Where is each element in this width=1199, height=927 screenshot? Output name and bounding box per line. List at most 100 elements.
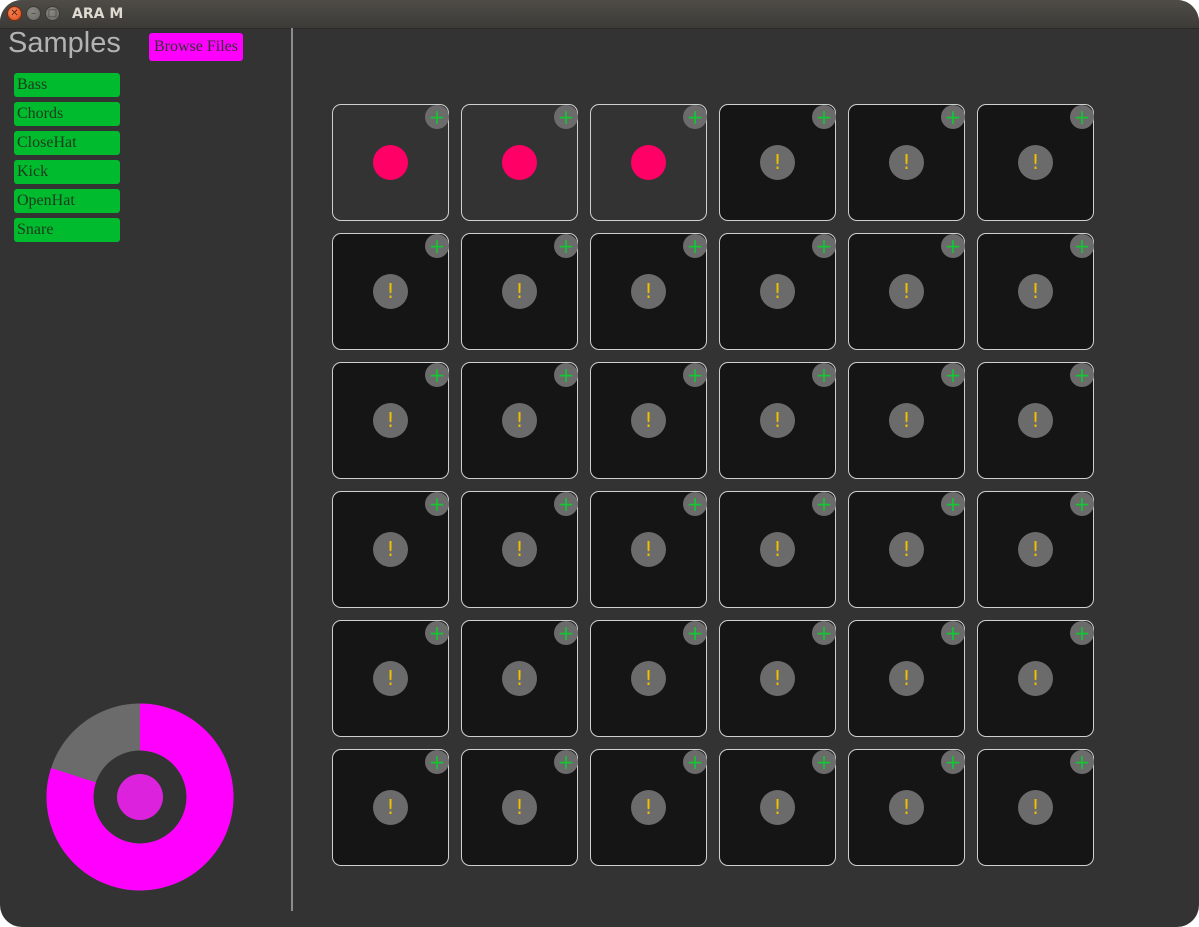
samples-heading: Samples: [8, 27, 121, 59]
add-sample-button[interactable]: +: [1070, 492, 1094, 516]
add-sample-button[interactable]: +: [554, 492, 578, 516]
sample-item-bass[interactable]: Bass: [14, 73, 120, 97]
warning-icon: !: [373, 274, 408, 309]
add-sample-button[interactable]: +: [1070, 750, 1094, 774]
sample-item-snare[interactable]: Snare: [14, 218, 120, 242]
pad-6[interactable]: ! +: [977, 104, 1094, 221]
pad-27[interactable]: ! +: [590, 620, 707, 737]
plus-icon: +: [428, 492, 446, 516]
minimize-icon: –: [31, 7, 36, 19]
pad-12[interactable]: ! +: [977, 233, 1094, 350]
pad-26[interactable]: ! +: [461, 620, 578, 737]
add-sample-button[interactable]: +: [1070, 234, 1094, 258]
add-sample-button[interactable]: +: [812, 234, 836, 258]
add-sample-button[interactable]: +: [812, 363, 836, 387]
add-sample-button[interactable]: +: [1070, 105, 1094, 129]
plus-icon: +: [1073, 750, 1091, 774]
add-sample-button[interactable]: +: [425, 492, 449, 516]
plus-icon: +: [686, 105, 704, 129]
pad-25[interactable]: ! +: [332, 620, 449, 737]
pad-14[interactable]: ! +: [461, 362, 578, 479]
pad-10[interactable]: ! +: [719, 233, 836, 350]
warning-icon: !: [760, 661, 795, 696]
pad-9[interactable]: ! +: [590, 233, 707, 350]
pad-7[interactable]: ! +: [332, 233, 449, 350]
warning-icon: !: [889, 661, 924, 696]
add-sample-button[interactable]: +: [941, 492, 965, 516]
add-sample-button[interactable]: +: [683, 750, 707, 774]
window-close-button[interactable]: ✕: [7, 6, 22, 21]
add-sample-button[interactable]: +: [554, 234, 578, 258]
add-sample-button[interactable]: +: [941, 234, 965, 258]
add-sample-button[interactable]: +: [554, 621, 578, 645]
add-sample-button[interactable]: +: [425, 363, 449, 387]
add-sample-button[interactable]: +: [554, 750, 578, 774]
add-sample-button[interactable]: +: [425, 105, 449, 129]
pad-29[interactable]: ! +: [848, 620, 965, 737]
pad-21[interactable]: ! +: [590, 491, 707, 608]
add-sample-button[interactable]: +: [554, 363, 578, 387]
pad-19[interactable]: ! +: [332, 491, 449, 608]
pad-36[interactable]: ! +: [977, 749, 1094, 866]
add-sample-button[interactable]: +: [941, 750, 965, 774]
pad-3[interactable]: +: [590, 104, 707, 221]
warning-icon: !: [1018, 790, 1053, 825]
window-maximize-button[interactable]: □: [45, 6, 60, 21]
app-window: ✕ – □ ARA M Samples Browse Files Bass Ch…: [0, 0, 1199, 927]
pad-17[interactable]: ! +: [848, 362, 965, 479]
plus-icon: +: [1073, 234, 1091, 258]
add-sample-button[interactable]: +: [812, 492, 836, 516]
add-sample-button[interactable]: +: [683, 363, 707, 387]
sample-item-kick[interactable]: Kick: [14, 160, 120, 184]
add-sample-button[interactable]: +: [554, 105, 578, 129]
pad-28[interactable]: ! +: [719, 620, 836, 737]
add-sample-button[interactable]: +: [941, 105, 965, 129]
plus-icon: +: [557, 105, 575, 129]
pad-35[interactable]: ! +: [848, 749, 965, 866]
sample-item-chords[interactable]: Chords: [14, 102, 120, 126]
add-sample-button[interactable]: +: [425, 750, 449, 774]
pad-8[interactable]: ! +: [461, 233, 578, 350]
pad-32[interactable]: ! +: [461, 749, 578, 866]
maximize-icon: □: [47, 7, 58, 19]
add-sample-button[interactable]: +: [425, 621, 449, 645]
pad-4[interactable]: ! +: [719, 104, 836, 221]
add-sample-button[interactable]: +: [683, 621, 707, 645]
pad-34[interactable]: ! +: [719, 749, 836, 866]
sample-item-openhat[interactable]: OpenHat: [14, 189, 120, 213]
pad-30[interactable]: ! +: [977, 620, 1094, 737]
pad-23[interactable]: ! +: [848, 491, 965, 608]
pad-13[interactable]: ! +: [332, 362, 449, 479]
add-sample-button[interactable]: +: [812, 621, 836, 645]
add-sample-button[interactable]: +: [812, 750, 836, 774]
add-sample-button[interactable]: +: [683, 492, 707, 516]
pad-2[interactable]: +: [461, 104, 578, 221]
plus-icon: +: [557, 621, 575, 645]
add-sample-button[interactable]: +: [941, 621, 965, 645]
warning-icon: !: [1018, 403, 1053, 438]
pad-11[interactable]: ! +: [848, 233, 965, 350]
pad-31[interactable]: ! +: [332, 749, 449, 866]
browse-files-button[interactable]: Browse Files: [149, 33, 243, 61]
add-sample-button[interactable]: +: [425, 234, 449, 258]
pad-33[interactable]: ! +: [590, 749, 707, 866]
pad-24[interactable]: ! +: [977, 491, 1094, 608]
add-sample-button[interactable]: +: [941, 363, 965, 387]
pad-1[interactable]: +: [332, 104, 449, 221]
add-sample-button[interactable]: +: [1070, 363, 1094, 387]
pad-20[interactable]: ! +: [461, 491, 578, 608]
pad-18[interactable]: ! +: [977, 362, 1094, 479]
pad-22[interactable]: ! +: [719, 491, 836, 608]
pad-15[interactable]: ! +: [590, 362, 707, 479]
window-minimize-button[interactable]: –: [26, 6, 41, 21]
add-sample-button[interactable]: +: [683, 105, 707, 129]
dot-icon: [502, 145, 537, 180]
pad-16[interactable]: ! +: [719, 362, 836, 479]
warning-icon: !: [373, 403, 408, 438]
add-sample-button[interactable]: +: [1070, 621, 1094, 645]
add-sample-button[interactable]: +: [683, 234, 707, 258]
pad-5[interactable]: ! +: [848, 104, 965, 221]
warning-icon: !: [631, 274, 666, 309]
sample-item-closehat[interactable]: CloseHat: [14, 131, 120, 155]
add-sample-button[interactable]: +: [812, 105, 836, 129]
